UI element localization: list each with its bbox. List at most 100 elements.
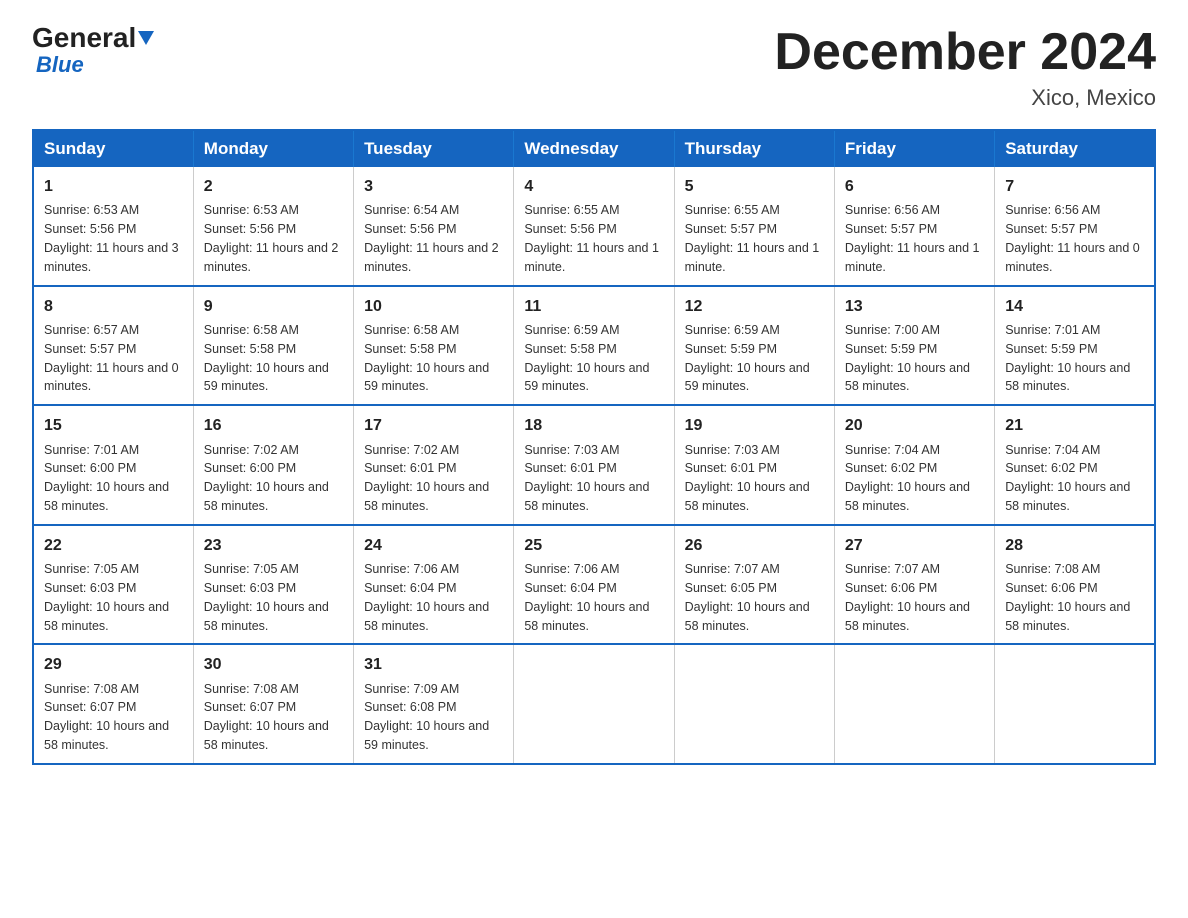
calendar-cell: 1 Sunrise: 6:53 AMSunset: 5:56 PMDaylight… — [33, 167, 193, 286]
day-info: Sunrise: 7:07 AMSunset: 6:06 PMDaylight:… — [845, 562, 970, 633]
day-info: Sunrise: 6:55 AMSunset: 5:56 PMDaylight:… — [524, 203, 659, 274]
day-number: 26 — [685, 534, 824, 557]
day-number: 3 — [364, 175, 503, 198]
calendar-cell: 28Sunrise: 7:08 AMSunset: 6:06 PMDayligh… — [995, 525, 1155, 645]
day-number: 23 — [204, 534, 343, 557]
day-info: Sunrise: 6:57 AMSunset: 5:57 PMDaylight:… — [44, 323, 179, 394]
day-info: Sunrise: 7:08 AMSunset: 6:07 PMDaylight:… — [44, 682, 169, 753]
calendar-header: Sunday Monday Tuesday Wednesday Thursday… — [33, 130, 1155, 167]
calendar-row-3: 15Sunrise: 7:01 AMSunset: 6:00 PMDayligh… — [33, 405, 1155, 525]
day-info: Sunrise: 6:58 AMSunset: 5:58 PMDaylight:… — [204, 323, 329, 394]
calendar-cell: 5Sunrise: 6:55 AMSunset: 5:57 PMDaylight… — [674, 167, 834, 286]
day-number: 5 — [685, 175, 824, 198]
col-thursday: Thursday — [674, 130, 834, 167]
calendar-cell: 29 Sunrise: 7:08 AMSunset: 6:07 PMDayligh… — [33, 644, 193, 764]
header-row: Sunday Monday Tuesday Wednesday Thursday… — [33, 130, 1155, 167]
day-number: 4 — [524, 175, 663, 198]
day-number: 7 — [1005, 175, 1144, 198]
calendar-cell — [834, 644, 994, 764]
day-info: Sunrise: 7:08 AMSunset: 6:07 PMDaylight:… — [204, 682, 329, 753]
calendar-cell: 7 Sunrise: 6:56 AMSunset: 5:57 PMDaylight… — [995, 167, 1155, 286]
day-info: Sunrise: 6:59 AMSunset: 5:59 PMDaylight:… — [685, 323, 810, 394]
calendar-cell: 10 Sunrise: 6:58 AMSunset: 5:58 PMDayligh… — [354, 286, 514, 406]
day-info: Sunrise: 7:06 AMSunset: 6:04 PMDaylight:… — [524, 562, 649, 633]
calendar-row-2: 8 Sunrise: 6:57 AMSunset: 5:57 PMDaylight… — [33, 286, 1155, 406]
col-saturday: Saturday — [995, 130, 1155, 167]
day-number: 22 — [44, 534, 183, 557]
calendar-cell: 11Sunrise: 6:59 AMSunset: 5:58 PMDayligh… — [514, 286, 674, 406]
calendar-cell: 14 Sunrise: 7:01 AMSunset: 5:59 PMDayligh… — [995, 286, 1155, 406]
calendar-cell: 6 Sunrise: 6:56 AMSunset: 5:57 PMDaylight… — [834, 167, 994, 286]
logo-general-text: General — [32, 22, 154, 53]
col-wednesday: Wednesday — [514, 130, 674, 167]
col-monday: Monday — [193, 130, 353, 167]
day-number: 19 — [685, 414, 824, 437]
day-number: 30 — [204, 653, 343, 676]
calendar-row-5: 29 Sunrise: 7:08 AMSunset: 6:07 PMDayligh… — [33, 644, 1155, 764]
calendar-cell: 20Sunrise: 7:04 AMSunset: 6:02 PMDayligh… — [834, 405, 994, 525]
day-info: Sunrise: 7:06 AMSunset: 6:04 PMDaylight:… — [364, 562, 489, 633]
day-info: Sunrise: 7:05 AMSunset: 6:03 PMDaylight:… — [44, 562, 169, 633]
day-info: Sunrise: 7:08 AMSunset: 6:06 PMDaylight:… — [1005, 562, 1130, 633]
day-number: 6 — [845, 175, 984, 198]
day-number: 17 — [364, 414, 503, 437]
day-info: Sunrise: 6:53 AMSunset: 5:56 PMDaylight:… — [44, 203, 179, 274]
calendar-title: December 2024 — [774, 24, 1156, 81]
calendar-cell: 31Sunrise: 7:09 AMSunset: 6:08 PMDayligh… — [354, 644, 514, 764]
day-number: 24 — [364, 534, 503, 557]
day-number: 18 — [524, 414, 663, 437]
day-info: Sunrise: 7:09 AMSunset: 6:08 PMDaylight:… — [364, 682, 489, 753]
calendar-cell: 24 Sunrise: 7:06 AMSunset: 6:04 PMDayligh… — [354, 525, 514, 645]
day-info: Sunrise: 7:02 AMSunset: 6:01 PMDaylight:… — [364, 443, 489, 514]
calendar-cell: 8 Sunrise: 6:57 AMSunset: 5:57 PMDaylight… — [33, 286, 193, 406]
day-number: 10 — [364, 295, 503, 318]
day-info: Sunrise: 7:01 AMSunset: 5:59 PMDaylight:… — [1005, 323, 1130, 394]
day-number: 29 — [44, 653, 183, 676]
title-block: December 2024 Xico, Mexico — [774, 24, 1156, 111]
calendar-cell: 3 Sunrise: 6:54 AMSunset: 5:56 PMDaylight… — [354, 167, 514, 286]
day-number: 8 — [44, 295, 183, 318]
day-number: 25 — [524, 534, 663, 557]
day-number: 21 — [1005, 414, 1144, 437]
day-info: Sunrise: 7:01 AMSunset: 6:00 PMDaylight:… — [44, 443, 169, 514]
day-info: Sunrise: 6:54 AMSunset: 5:56 PMDaylight:… — [364, 203, 499, 274]
calendar-cell — [674, 644, 834, 764]
calendar-cell: 22 Sunrise: 7:05 AMSunset: 6:03 PMDayligh… — [33, 525, 193, 645]
day-number: 27 — [845, 534, 984, 557]
day-number: 14 — [1005, 295, 1144, 318]
day-number: 2 — [204, 175, 343, 198]
calendar-row-1: 1 Sunrise: 6:53 AMSunset: 5:56 PMDaylight… — [33, 167, 1155, 286]
col-friday: Friday — [834, 130, 994, 167]
logo-arrow-icon — [138, 31, 154, 45]
day-info: Sunrise: 7:04 AMSunset: 6:02 PMDaylight:… — [1005, 443, 1130, 514]
calendar-cell: 12Sunrise: 6:59 AMSunset: 5:59 PMDayligh… — [674, 286, 834, 406]
calendar-cell: 23Sunrise: 7:05 AMSunset: 6:03 PMDayligh… — [193, 525, 353, 645]
day-info: Sunrise: 7:03 AMSunset: 6:01 PMDaylight:… — [685, 443, 810, 514]
calendar-cell: 21 Sunrise: 7:04 AMSunset: 6:02 PMDayligh… — [995, 405, 1155, 525]
day-info: Sunrise: 7:04 AMSunset: 6:02 PMDaylight:… — [845, 443, 970, 514]
calendar-cell: 25 Sunrise: 7:06 AMSunset: 6:04 PMDayligh… — [514, 525, 674, 645]
col-sunday: Sunday — [33, 130, 193, 167]
calendar-cell: 27 Sunrise: 7:07 AMSunset: 6:06 PMDayligh… — [834, 525, 994, 645]
calendar-cell: 15Sunrise: 7:01 AMSunset: 6:00 PMDayligh… — [33, 405, 193, 525]
day-number: 1 — [44, 175, 183, 198]
calendar-cell: 18Sunrise: 7:03 AMSunset: 6:01 PMDayligh… — [514, 405, 674, 525]
day-number: 11 — [524, 295, 663, 318]
logo: General Blue — [32, 24, 154, 78]
day-number: 9 — [204, 295, 343, 318]
day-info: Sunrise: 6:56 AMSunset: 5:57 PMDaylight:… — [845, 203, 980, 274]
calendar-cell: 16Sunrise: 7:02 AMSunset: 6:00 PMDayligh… — [193, 405, 353, 525]
page-header: General Blue December 2024 Xico, Mexico — [32, 24, 1156, 111]
day-info: Sunrise: 7:00 AMSunset: 5:59 PMDaylight:… — [845, 323, 970, 394]
day-info: Sunrise: 6:58 AMSunset: 5:58 PMDaylight:… — [364, 323, 489, 394]
col-tuesday: Tuesday — [354, 130, 514, 167]
calendar-cell: 19 Sunrise: 7:03 AMSunset: 6:01 PMDayligh… — [674, 405, 834, 525]
calendar-cell: 30 Sunrise: 7:08 AMSunset: 6:07 PMDayligh… — [193, 644, 353, 764]
calendar-cell: 2Sunrise: 6:53 AMSunset: 5:56 PMDaylight… — [193, 167, 353, 286]
calendar-body: 1 Sunrise: 6:53 AMSunset: 5:56 PMDaylight… — [33, 167, 1155, 764]
calendar-cell: 9 Sunrise: 6:58 AMSunset: 5:58 PMDaylight… — [193, 286, 353, 406]
calendar-cell: 13Sunrise: 7:00 AMSunset: 5:59 PMDayligh… — [834, 286, 994, 406]
day-number: 16 — [204, 414, 343, 437]
calendar-row-4: 22 Sunrise: 7:05 AMSunset: 6:03 PMDayligh… — [33, 525, 1155, 645]
day-info: Sunrise: 6:56 AMSunset: 5:57 PMDaylight:… — [1005, 203, 1140, 274]
